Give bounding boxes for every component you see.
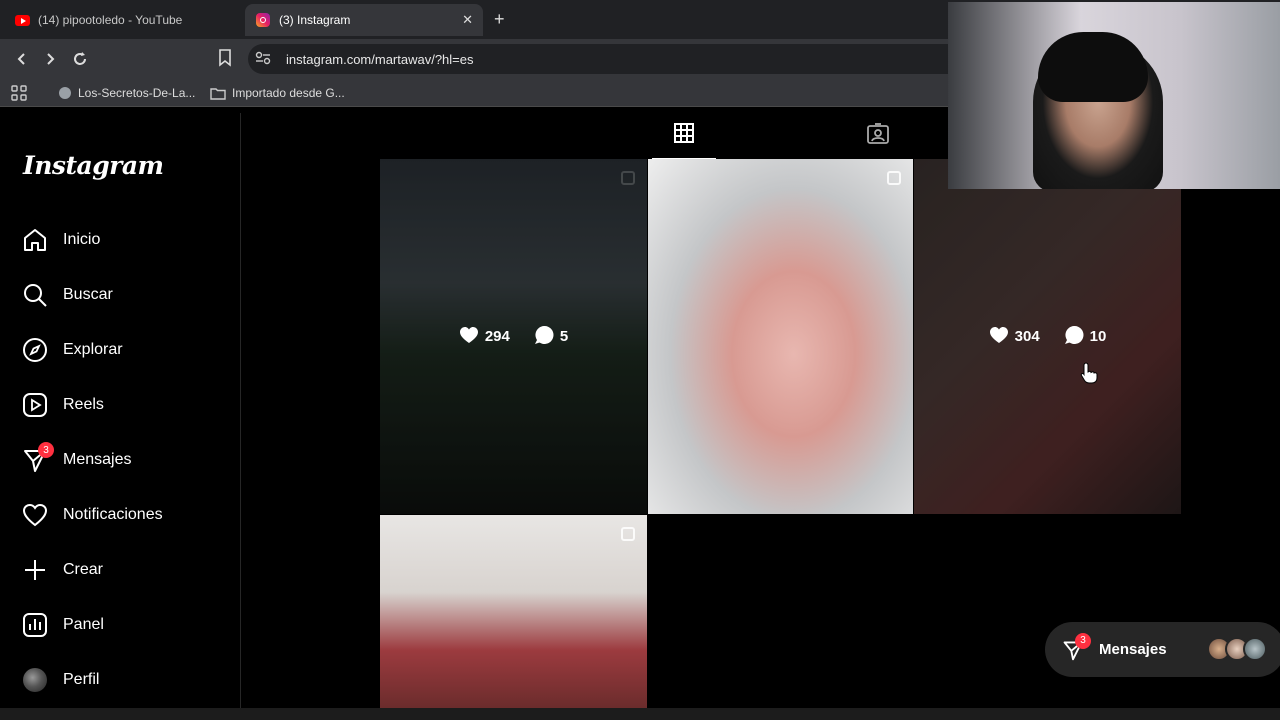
post-tile[interactable]: 304 10 <box>914 159 1181 514</box>
tab-tagged[interactable] <box>846 113 910 159</box>
avatar <box>22 667 48 693</box>
nav-mensajes[interactable]: 3 Mensajes <box>22 442 132 474</box>
notification-badge: 3 <box>38 442 54 458</box>
post-tile[interactable] <box>380 515 647 708</box>
likes-stat: 294 <box>459 326 510 348</box>
likes-count: 304 <box>1014 328 1040 345</box>
new-tab-button[interactable]: + <box>494 9 505 29</box>
nav-label: Inicio <box>63 231 101 248</box>
plus-icon <box>22 557 48 583</box>
dashboard-icon <box>22 612 48 638</box>
likes-stat: 304 <box>989 326 1040 348</box>
post-image <box>380 515 647 708</box>
messenger-icon: 3 <box>22 442 54 473</box>
nav-reels[interactable]: Reels <box>22 391 104 419</box>
taskbar-strip <box>0 708 1280 720</box>
tagged-icon <box>866 122 890 150</box>
reload-icon[interactable] <box>70 49 90 69</box>
webcam-overlay <box>948 2 1280 189</box>
bookmark-label: Los-Secretos-De-La... <box>78 86 196 100</box>
apps-icon[interactable] <box>11 84 27 102</box>
nav-label: Reels <box>63 396 104 413</box>
bookmark-icon[interactable] <box>218 49 234 69</box>
comments-count: 10 <box>1089 328 1107 345</box>
comment-icon <box>534 325 554 349</box>
nav-label: Buscar <box>63 286 113 303</box>
grid-icon <box>673 122 695 149</box>
post-tile[interactable] <box>648 159 913 514</box>
back-icon[interactable] <box>12 49 32 69</box>
nav-buscar[interactable]: Buscar <box>22 281 113 309</box>
bookmark-folder[interactable]: Importado desde G... <box>210 84 345 102</box>
comments-stat: 5 <box>534 325 568 349</box>
nav-label: Perfil <box>63 671 100 688</box>
instagram-logo[interactable]: Instagram <box>23 151 164 180</box>
post-image <box>648 159 913 514</box>
comment-icon <box>1064 325 1084 349</box>
compass-icon <box>22 337 48 363</box>
comments-stat: 10 <box>1064 325 1107 349</box>
nav-label: Panel <box>63 616 104 633</box>
nav-explorar[interactable]: Explorar <box>22 336 123 364</box>
carousel-icon <box>887 171 901 185</box>
tab-instagram[interactable]: (3) Instagram ✕ <box>245 4 483 36</box>
forward-icon[interactable] <box>40 49 60 69</box>
nav-crear[interactable]: Crear <box>22 556 103 584</box>
likes-count: 294 <box>484 328 510 345</box>
conversation-avatars <box>1207 637 1267 661</box>
globe-icon <box>58 86 72 100</box>
reels-icon <box>22 392 48 418</box>
messages-pill-label: Mensajes <box>1099 641 1167 658</box>
post-tile[interactable]: 294 5 <box>380 159 647 514</box>
instagram-icon <box>255 12 271 28</box>
hand-cursor-icon <box>1080 362 1098 389</box>
search-icon <box>22 282 48 308</box>
heart-icon <box>989 326 1009 348</box>
avatar <box>1243 637 1267 661</box>
messages-pill[interactable]: 3 Mensajes <box>1045 622 1280 677</box>
nav-panel[interactable]: Panel <box>22 611 104 639</box>
tab-posts[interactable] <box>652 113 716 159</box>
heart-icon <box>459 326 479 348</box>
nav-label: Crear <box>63 561 104 578</box>
bookmark-label: Importado desde G... <box>232 86 345 100</box>
bookmark-item[interactable]: Los-Secretos-De-La... <box>58 84 195 102</box>
url-text: instagram.com/martawav/?hl=es <box>286 51 474 67</box>
notification-badge: 3 <box>1075 632 1091 649</box>
heart-icon <box>22 502 48 528</box>
home-icon <box>22 227 48 253</box>
tab-youtube[interactable]: (14) pipootoledo - YouTube <box>4 4 242 36</box>
site-settings-icon[interactable] <box>248 51 278 68</box>
tab-title: (3) Instagram <box>279 13 351 27</box>
post-hover-overlay: 304 10 <box>914 159 1181 514</box>
nav-inicio[interactable]: Inicio <box>22 226 100 254</box>
carousel-icon <box>621 527 635 541</box>
nav-label: Mensajes <box>63 451 132 468</box>
nav-perfil[interactable]: Perfil <box>22 666 99 694</box>
streamer-hair <box>1038 32 1148 102</box>
messenger-icon: 3 <box>1061 632 1091 662</box>
folder-icon <box>210 87 226 100</box>
youtube-icon <box>14 12 30 28</box>
nav-label: Notificaciones <box>63 506 163 523</box>
close-icon[interactable]: ✕ <box>462 12 473 28</box>
comments-count: 5 <box>559 328 569 345</box>
instagram-sidebar: Instagram Inicio Buscar Explorar Reels 3… <box>0 113 241 720</box>
nav-label: Explorar <box>63 341 123 358</box>
nav-notificaciones[interactable]: Notificaciones <box>22 501 163 529</box>
tab-title: (14) pipootoledo - YouTube <box>38 13 183 27</box>
post-hover-overlay: 294 5 <box>380 159 647 514</box>
